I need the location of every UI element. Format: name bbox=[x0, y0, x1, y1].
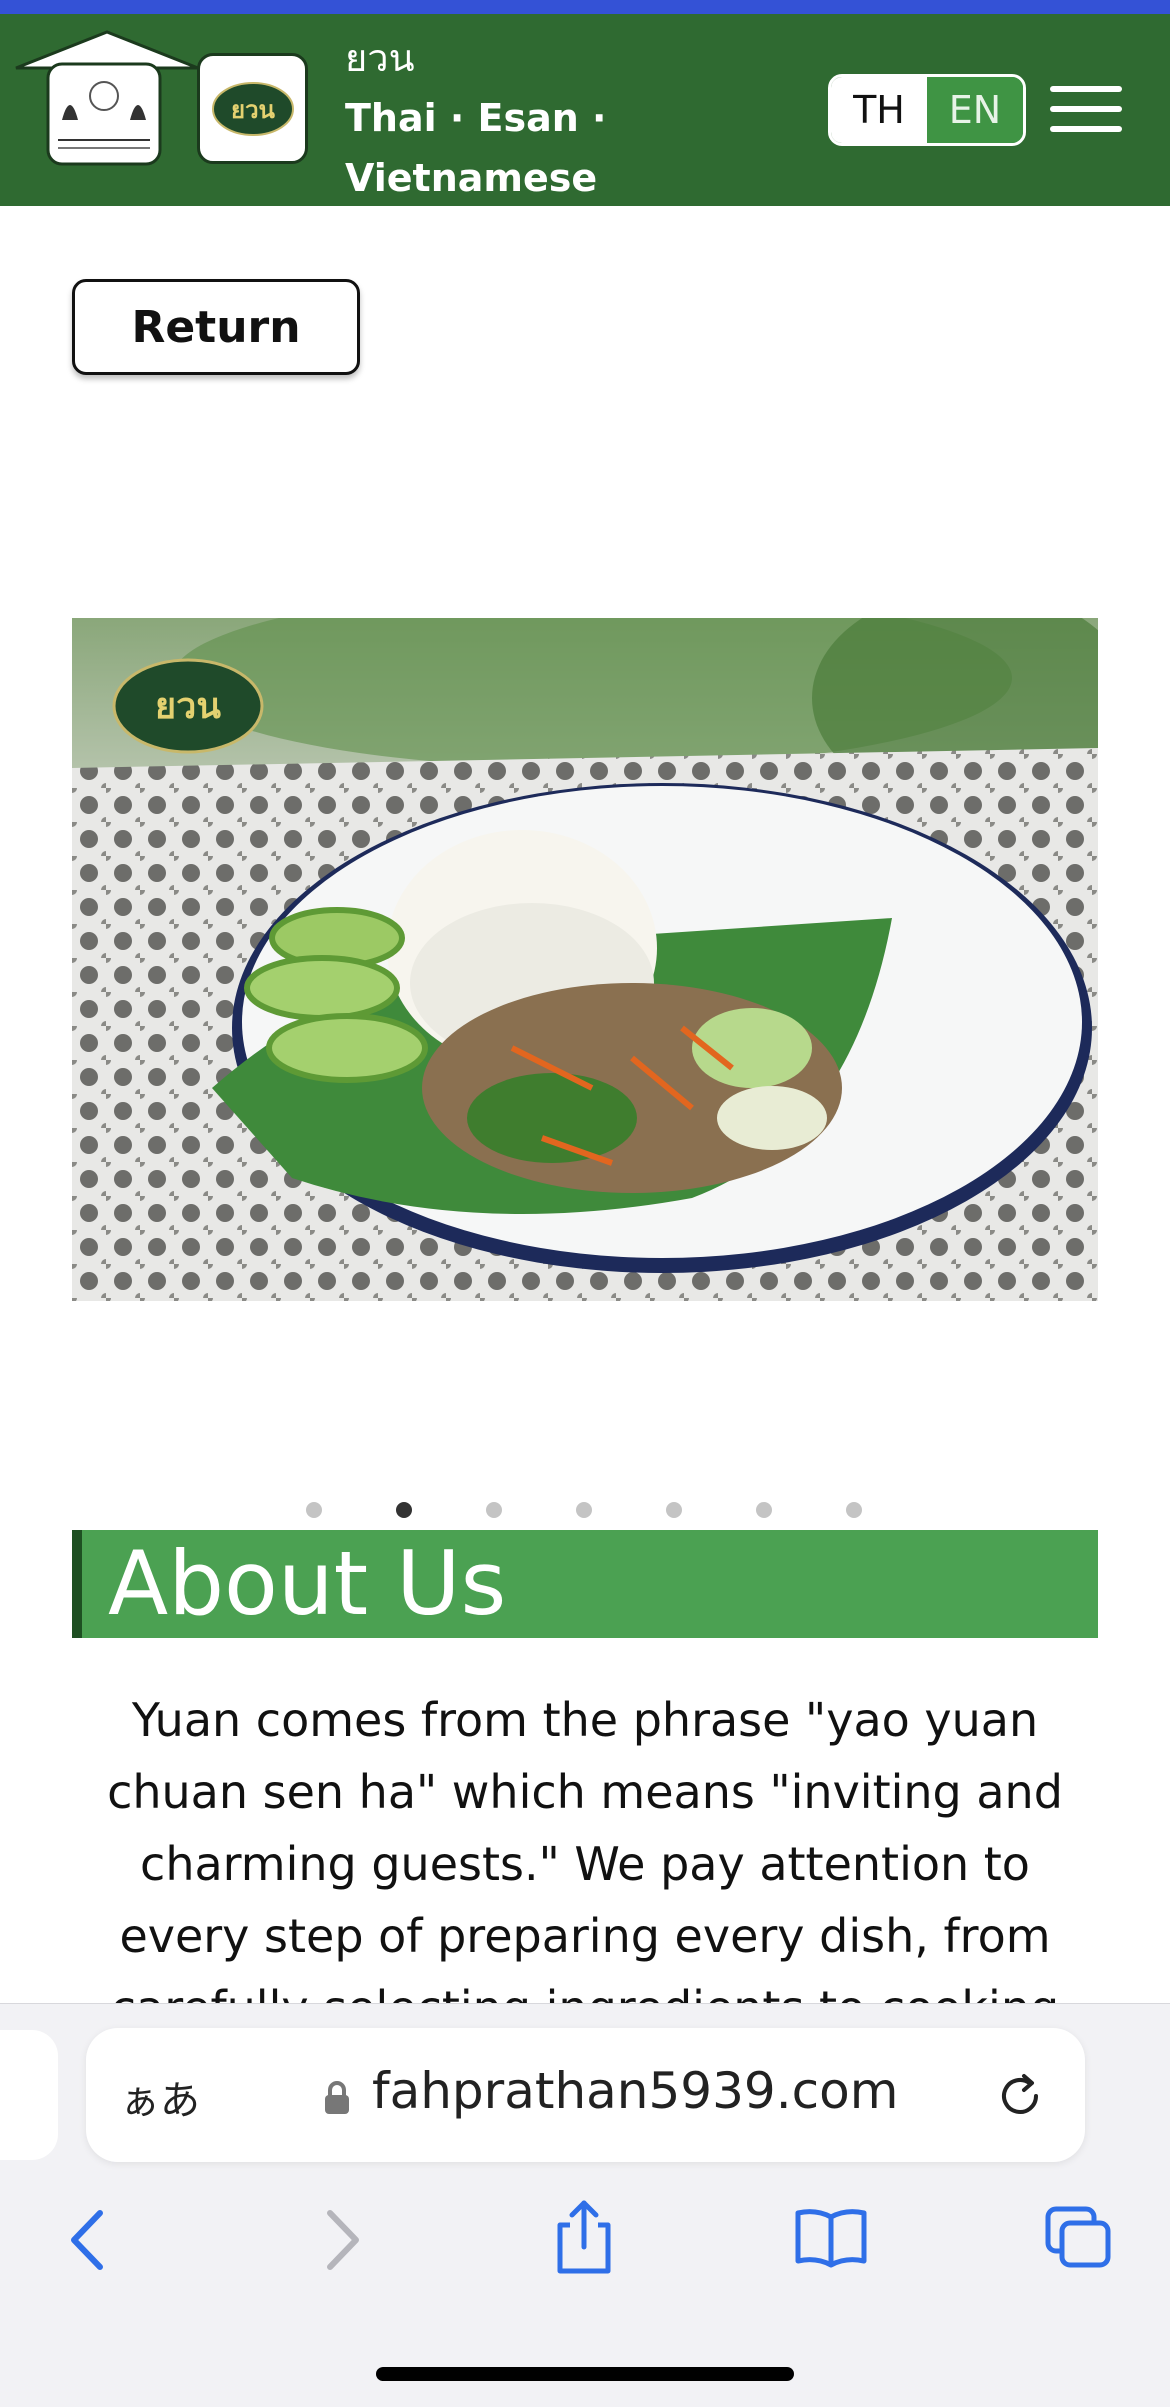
lang-en-button[interactable]: EN bbox=[927, 77, 1023, 143]
top-accent-bar bbox=[0, 0, 1170, 14]
share-icon[interactable] bbox=[552, 2197, 616, 2281]
about-us-banner: About Us bbox=[72, 1530, 1098, 1638]
return-button[interactable]: Return bbox=[72, 279, 360, 375]
yuan-logo-badge[interactable]: ยวน bbox=[197, 53, 308, 164]
tabs-icon[interactable] bbox=[1044, 2205, 1114, 2275]
heritage-logo[interactable] bbox=[12, 30, 202, 170]
language-switcher: TH EN bbox=[828, 74, 1026, 146]
brand-title[interactable]: ยวน Thai · Esan · Vietnamese bbox=[345, 28, 606, 208]
hamburger-menu-icon[interactable] bbox=[1050, 86, 1122, 134]
bookmarks-icon[interactable] bbox=[794, 2205, 868, 2273]
back-arrow-icon[interactable] bbox=[64, 2205, 114, 2279]
url-text[interactable]: fahprathan5939.com bbox=[372, 2062, 898, 2120]
brand-subtitle-line2: Vietnamese bbox=[345, 156, 598, 200]
lang-th-button[interactable]: TH bbox=[831, 77, 927, 143]
carousel-dot[interactable] bbox=[306, 1502, 322, 1518]
carousel-dot[interactable] bbox=[666, 1502, 682, 1518]
badge-text: ยวน bbox=[231, 96, 276, 124]
carousel-dot[interactable] bbox=[576, 1502, 592, 1518]
carousel-dot[interactable] bbox=[486, 1502, 502, 1518]
brand-subtitle-line1: Thai · Esan · bbox=[345, 96, 607, 140]
page-settings-button[interactable]: ぁあ bbox=[120, 2068, 200, 2126]
lock-icon bbox=[322, 2080, 352, 2120]
carousel-indicators bbox=[0, 1502, 1170, 1522]
home-indicator bbox=[376, 2367, 794, 2381]
previous-tab-preview[interactable] bbox=[0, 2030, 58, 2160]
brand-thai-name: ยวน bbox=[345, 36, 415, 80]
carousel-dot[interactable] bbox=[396, 1502, 412, 1518]
carousel-dot[interactable] bbox=[756, 1502, 772, 1518]
image-logo-text: ยวน bbox=[155, 686, 221, 727]
carousel-food-image[interactable]: ยวน bbox=[72, 618, 1098, 1301]
carousel-dot[interactable] bbox=[846, 1502, 862, 1518]
reload-icon[interactable] bbox=[992, 2068, 1048, 2128]
about-us-heading: About Us bbox=[108, 1532, 507, 1635]
forward-arrow-icon[interactable] bbox=[316, 2205, 366, 2279]
